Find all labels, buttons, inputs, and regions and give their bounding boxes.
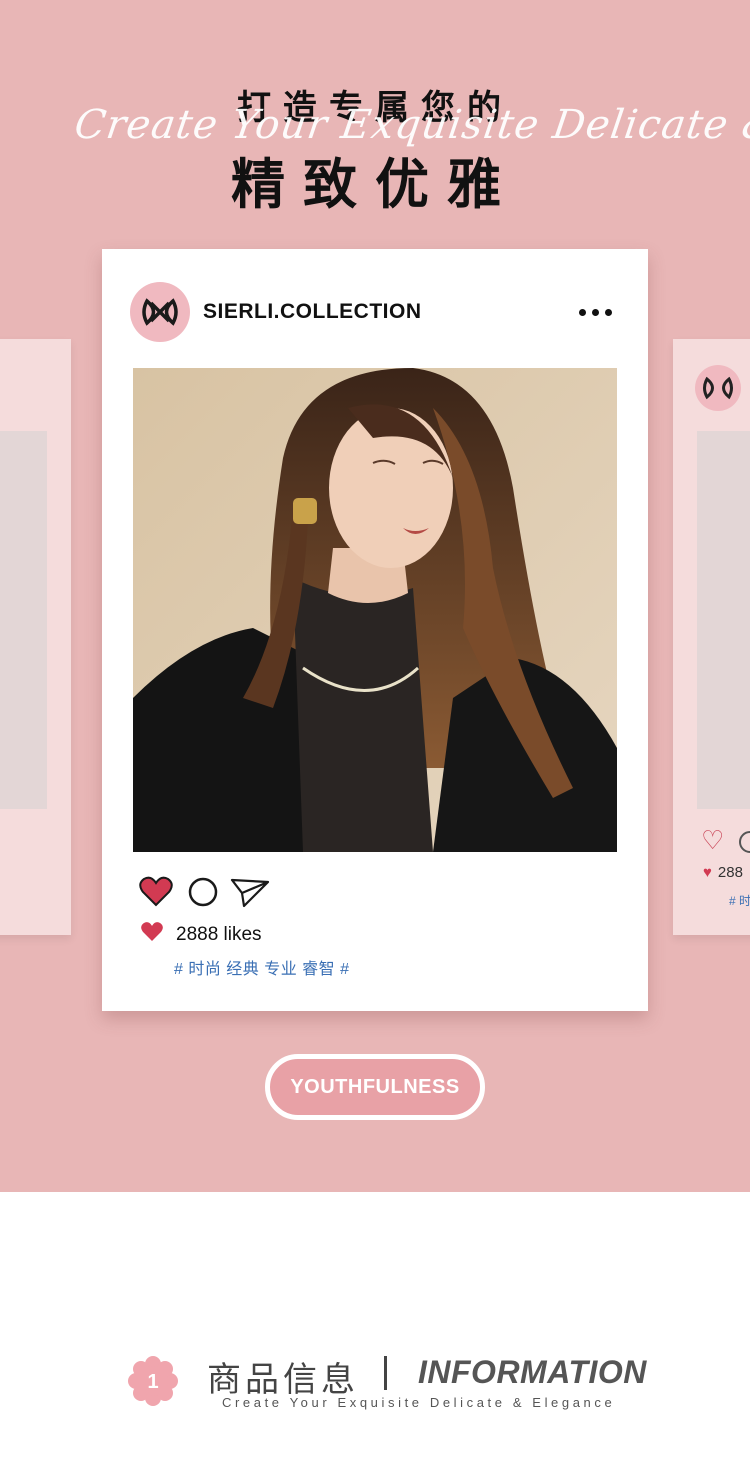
youthfulness-button-label: YOUTHFULNESS [290, 1075, 460, 1098]
post-hashtags[interactable]: # 时尚 经典 专业 睿智 # [174, 955, 350, 979]
post-photo [133, 368, 617, 852]
section-subtitle: Create Your Exquisite Delicate & Eleganc… [222, 1395, 616, 1410]
flower-number-badge: 1 [128, 1356, 178, 1406]
section-number: 1 [147, 1371, 158, 1393]
more-dots-icon[interactable] [572, 303, 618, 321]
post-card: SIERLI.COLLECTION 2888 likes # 时尚 经典 专业 … [102, 249, 648, 1011]
side-card-left[interactable] [0, 339, 71, 935]
comment-icon[interactable] [188, 877, 218, 907]
heart-icon [140, 921, 164, 948]
section-title-cn: 商品信息 [207, 1361, 359, 1399]
likes-count[interactable]: 2888 likes [176, 924, 262, 946]
headline-main: 精致优雅 [231, 153, 519, 216]
hero-banner: 打造专属您的 Create Your Exquisite Delicate & … [0, 0, 750, 1192]
side-tags: # 时 [729, 894, 750, 908]
youthfulness-button[interactable]: YOUTHFULNESS [265, 1054, 485, 1120]
section-header: 1 商品信息 INFORMATION Create Your Exquisite… [0, 1340, 750, 1430]
side-card-image-placeholder [0, 431, 47, 809]
send-icon[interactable] [230, 876, 270, 908]
brand-logo-icon [695, 365, 741, 411]
brand-logo-icon[interactable] [130, 282, 190, 342]
comment-icon[interactable] [739, 831, 750, 853]
side-card-image-placeholder [697, 431, 750, 809]
likes-row: 2888 likes [140, 921, 262, 948]
section-divider [384, 1356, 387, 1390]
side-likes: ♥ 288 [703, 864, 743, 881]
heart-icon[interactable]: ♡ [701, 827, 724, 853]
post-actions [138, 875, 270, 909]
section-title-en: INFORMATION [418, 1354, 647, 1390]
side-card-right[interactable]: ♡ ♥ 288 # 时 [673, 339, 750, 935]
post-username[interactable]: SIERLI.COLLECTION [203, 300, 422, 324]
heart-icon[interactable] [138, 875, 174, 909]
